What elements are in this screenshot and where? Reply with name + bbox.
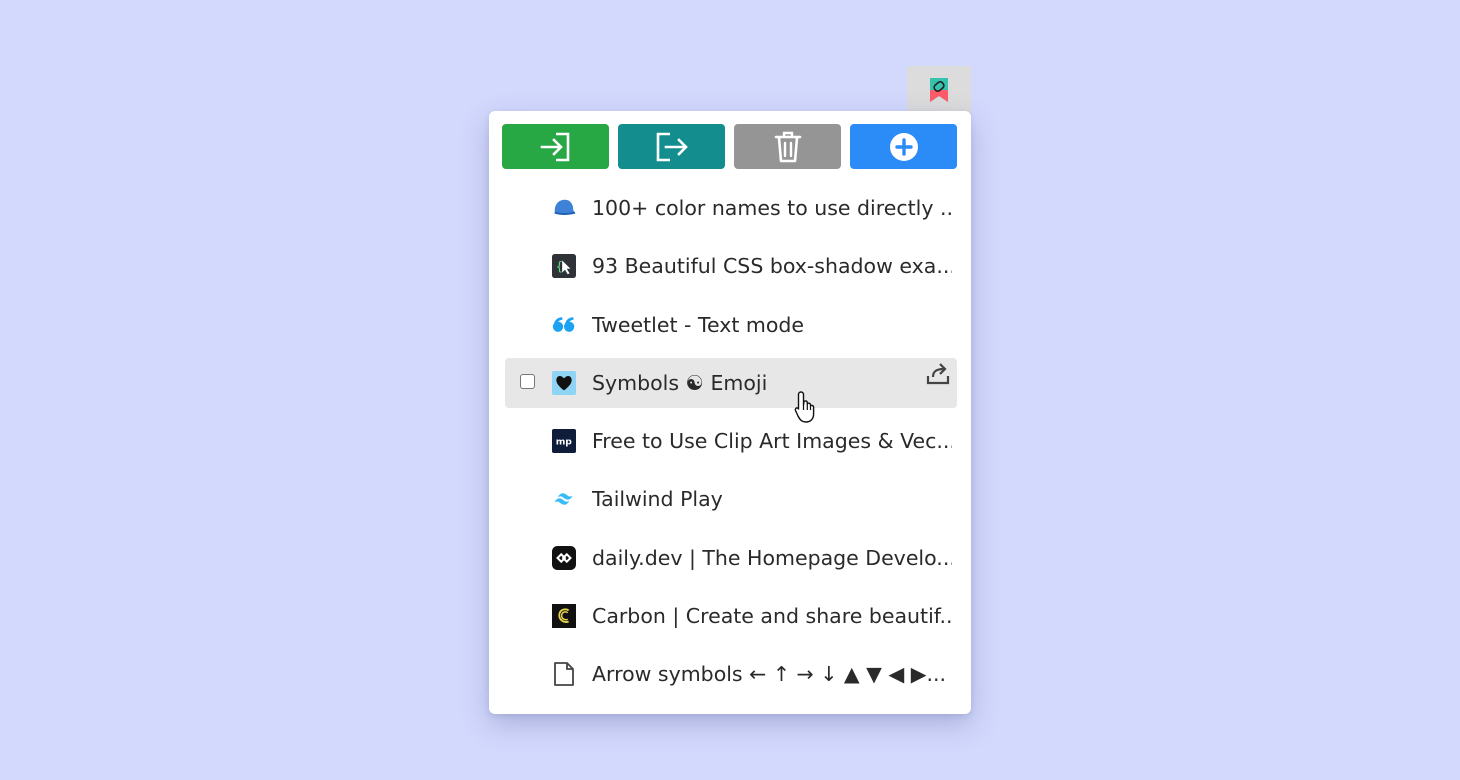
bookmark-title: 100+ color names to use directly ... — [592, 196, 952, 220]
hand-cursor-icon — [794, 391, 815, 423]
bookmark-list: 100+ color names to use directly ... { 9… — [505, 183, 957, 708]
popup-toolbar — [502, 124, 957, 169]
share-icon[interactable] — [925, 360, 951, 386]
heart-icon — [552, 370, 576, 395]
delete-button[interactable] — [734, 124, 841, 169]
bookmark-title: Carbon | Create and share beautif... — [592, 604, 952, 629]
bookmark-title: Tweetlet - Text mode — [592, 312, 805, 337]
bookmark-item[interactable]: Arrow symbols ← ↑ → ↓ ▲ ▼ ◀ ▶... — [505, 649, 957, 699]
import-icon — [540, 132, 569, 161]
css-cursor-icon: { — [552, 254, 576, 279]
tailwind-icon — [552, 487, 576, 511]
page-icon — [552, 662, 576, 687]
svg-text:{: { — [556, 260, 563, 274]
cap-icon — [552, 196, 576, 220]
bookmark-item[interactable]: Carbon | Create and share beautif... — [505, 591, 957, 641]
bookmark-item[interactable]: { 93 Beautiful CSS box-shadow exa... — [505, 241, 957, 291]
export-icon — [656, 132, 688, 161]
bookmark-item[interactable]: Tweetlet - Text mode — [505, 300, 957, 350]
bookmark-title: Arrow symbols ← ↑ → ↓ ▲ ▼ ◀ ▶... — [592, 662, 947, 687]
svg-text:mp: mp — [556, 437, 573, 448]
bookmark-link-icon — [930, 78, 948, 102]
stage: 100+ color names to use directly ... { 9… — [0, 0, 1460, 780]
quote-icon — [552, 313, 576, 337]
export-button[interactable] — [618, 124, 725, 169]
bookmark-title: daily.dev | The Homepage Develo... — [592, 545, 952, 570]
bookmark-item[interactable]: 100+ color names to use directly ... — [505, 183, 957, 233]
trash-icon — [774, 131, 801, 162]
carbon-icon — [552, 604, 576, 629]
add-bookmark-button[interactable] — [850, 124, 957, 169]
bookmark-item[interactable]: Tailwind Play — [505, 474, 957, 524]
select-checkbox[interactable] — [520, 373, 535, 389]
mp-icon: mp — [552, 429, 576, 454]
bookmark-title: Tailwind Play — [592, 487, 723, 512]
bookmark-item[interactable]: daily.dev | The Homepage Develo... — [505, 533, 957, 583]
bookmark-item[interactable]: mp Free to Use Clip Art Images & Vec... — [505, 416, 957, 466]
extension-button[interactable] — [907, 66, 971, 114]
plus-circle-icon — [889, 132, 918, 161]
bookmark-popup: 100+ color names to use directly ... { 9… — [489, 111, 971, 714]
dailydev-icon — [552, 545, 576, 570]
bookmark-title: 93 Beautiful CSS box-shadow exa... — [592, 254, 952, 279]
bookmark-title: Symbols ☯ Emoji — [592, 370, 768, 395]
bookmark-item-hovered[interactable]: Symbols ☯ Emoji — [505, 357, 957, 408]
bookmark-title: Free to Use Clip Art Images & Vec... — [592, 429, 952, 454]
import-button[interactable] — [502, 124, 609, 169]
